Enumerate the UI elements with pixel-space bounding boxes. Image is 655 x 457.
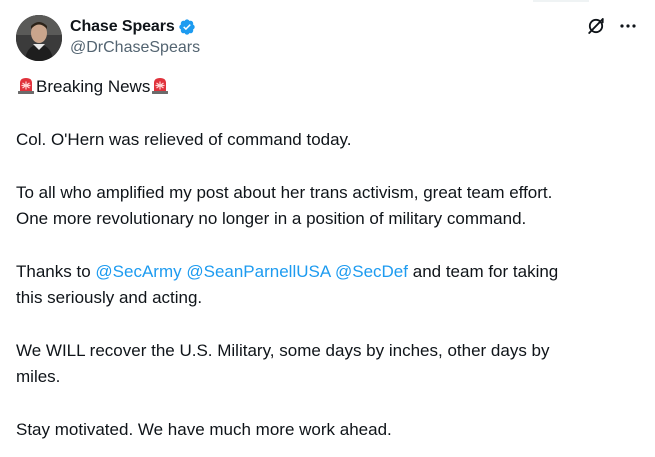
paragraph-2-line-1: To all who amplified my post about her t… xyxy=(16,183,553,202)
avatar-image xyxy=(16,15,62,61)
verified-badge-icon[interactable] xyxy=(178,18,196,36)
mention-secdef-link[interactable]: @SecDef xyxy=(335,262,408,281)
paragraph-3: Thanks to @SecArmy @SeanParnellUSA @SecD… xyxy=(16,259,636,311)
author-names: Chase Spears @DrChaseSpears xyxy=(70,16,200,59)
mention-seanparnellusa-link[interactable]: @SeanParnellUSA xyxy=(186,262,330,281)
post-header: Chase Spears @DrChaseSpears xyxy=(16,15,639,61)
post-text: Breaking News Col. O'Hern was relieved o… xyxy=(16,74,636,443)
mention-secarmy-link[interactable]: @SecArmy xyxy=(95,262,181,281)
display-name[interactable]: Chase Spears xyxy=(70,18,175,36)
police-light-emoji-icon xyxy=(16,75,36,95)
author-handle[interactable]: @DrChaseSpears xyxy=(70,39,200,59)
paragraph-1: Col. O'Hern was relieved of command toda… xyxy=(16,130,352,149)
paragraph-4-line-2: miles. xyxy=(16,367,61,386)
paragraph-2-line-2: One more revolutionary no longer in a po… xyxy=(16,209,527,228)
thanks-suffix: and team for taking xyxy=(412,262,559,281)
more-options-icon[interactable] xyxy=(617,15,639,37)
paragraph-5: Stay motivated. We have much more work a… xyxy=(16,420,392,439)
police-light-emoji-icon xyxy=(150,75,170,95)
name-row: Chase Spears xyxy=(70,16,200,38)
top-divider xyxy=(533,0,589,2)
paragraph-2: To all who amplified my post about her t… xyxy=(16,180,636,232)
post-headline: Breaking News xyxy=(16,74,636,100)
paragraph-4: We WILL recover the U.S. Military, some … xyxy=(16,338,636,390)
headline-text: Breaking News xyxy=(36,77,151,96)
avatar[interactable] xyxy=(16,15,62,61)
paragraph-3-line-2: this seriously and acting. xyxy=(16,288,203,307)
thanks-prefix: Thanks to xyxy=(16,262,91,281)
post-actions xyxy=(585,15,639,37)
paragraph-4-line-1: We WILL recover the U.S. Military, some … xyxy=(16,341,550,360)
grok-icon[interactable] xyxy=(585,15,607,37)
